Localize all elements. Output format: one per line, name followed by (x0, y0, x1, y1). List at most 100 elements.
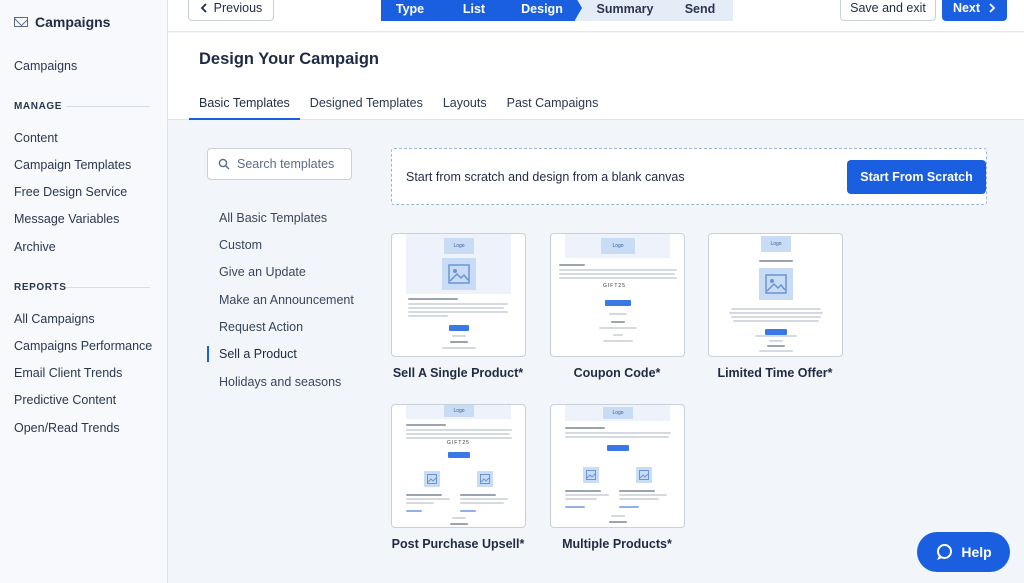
thumb-text (408, 307, 504, 309)
thumb-text (565, 436, 669, 438)
sidebar-item-open-read-trends[interactable]: Open/Read Trends (14, 421, 120, 435)
chevron-left-icon (200, 2, 207, 13)
thumb-text (559, 273, 675, 275)
thumb-link (565, 506, 585, 508)
search-input[interactable] (237, 157, 347, 171)
save-and-exit-button[interactable]: Save and exit (840, 0, 936, 21)
thumb-link (619, 506, 639, 508)
top-bar: Previous Type List Design Summary Send S… (168, 0, 1024, 32)
thumb-text (406, 502, 434, 504)
category-all-basic-templates[interactable]: All Basic Templates (219, 211, 327, 225)
template-card-sell-single-product[interactable]: Logo (391, 233, 526, 357)
help-button[interactable]: Help (917, 532, 1010, 572)
category-make-an-announcement[interactable]: Make an Announcement (219, 293, 354, 307)
sidebar-item-predictive-content[interactable]: Predictive Content (14, 393, 116, 407)
sidebar-brand[interactable]: Campaigns (14, 14, 110, 30)
thumb-text (442, 347, 476, 349)
previous-button[interactable]: Previous (188, 0, 274, 21)
category-give-an-update[interactable]: Give an Update (219, 265, 306, 279)
tab-past-campaigns[interactable]: Past Campaigns (497, 96, 609, 119)
sidebar-item-email-client-trends[interactable]: Email Client Trends (14, 366, 122, 380)
thumb-text (619, 498, 659, 500)
step-arrow (439, 0, 446, 20)
search-box (207, 148, 352, 180)
template-name: Limited Time Offer* (717, 366, 833, 380)
thumb-text (406, 429, 512, 431)
sidebar-item-archive[interactable]: Archive (14, 240, 56, 254)
thumb-logo: Logo (444, 405, 474, 417)
chevron-right-icon (989, 2, 996, 13)
tab-basic-templates[interactable]: Basic Templates (189, 96, 300, 120)
thumb-link (460, 510, 476, 512)
image-placeholder-icon (759, 268, 793, 300)
thumb-text (406, 433, 510, 435)
thumb-button (449, 325, 469, 331)
next-button[interactable]: Next (942, 0, 1007, 21)
previous-label: Previous (213, 0, 263, 15)
sidebar-item-message-variables[interactable]: Message Variables (14, 212, 119, 226)
page-header: Design Your Campaign Basic Templates Des… (168, 33, 1024, 120)
step-send[interactable]: Send (667, 0, 733, 21)
thumb-link (406, 510, 422, 512)
thumb-text (603, 340, 633, 342)
sidebar-heading-reports: REPORTS (14, 282, 67, 293)
thumb-text (559, 264, 585, 266)
thumb-text (559, 277, 677, 279)
selected-category-indicator (207, 346, 209, 362)
thumb-text (733, 320, 819, 322)
sidebar-item-free-design-service[interactable]: Free Design Service (14, 185, 127, 199)
tab-layouts[interactable]: Layouts (433, 96, 497, 119)
template-name: Coupon Code* (573, 366, 661, 380)
sidebar-item-all-campaigns[interactable]: All Campaigns (14, 312, 95, 326)
thumb-button (448, 452, 470, 458)
sidebar-title: Campaigns (35, 14, 111, 30)
page-title: Design Your Campaign (199, 50, 380, 68)
thumb-text (565, 427, 605, 429)
sidebar: Campaigns Campaigns MANAGE Content Campa… (0, 0, 168, 583)
category-custom[interactable]: Custom (219, 238, 262, 252)
progress-steps: Type List Design Summary Send (381, 0, 733, 21)
image-placeholder-icon (583, 467, 599, 483)
template-name: Sell A Single Product* (392, 366, 524, 380)
template-card-multiple-products[interactable]: Logo (550, 404, 685, 528)
step-type[interactable]: Type (381, 0, 446, 21)
thumb-logo: Logo (601, 238, 635, 254)
search-icon (218, 158, 230, 170)
thumb-text (460, 502, 504, 504)
thumb-text (452, 335, 466, 337)
template-card-limited-time-offer[interactable]: Logo (708, 233, 843, 357)
thumb-text (619, 490, 655, 492)
thumb-text (759, 260, 793, 262)
thumb-text (460, 494, 496, 496)
thumb-text (731, 316, 821, 318)
image-placeholder-icon (442, 258, 476, 290)
template-card-post-purchase-upsell[interactable]: Logo GIFT25 (391, 404, 526, 528)
start-from-scratch-button[interactable]: Start From Scratch (847, 160, 986, 194)
template-card-coupon-code[interactable]: Logo GIFT25 (550, 233, 685, 357)
thumb-text (767, 345, 785, 347)
thumb-text (611, 321, 625, 323)
sidebar-item-campaigns-performance[interactable]: Campaigns Performance (14, 339, 152, 353)
template-name: Multiple Products* (562, 537, 672, 551)
thumb-text (565, 494, 609, 496)
step-label: Design (521, 1, 563, 16)
tab-designed-templates[interactable]: Designed Templates (300, 96, 433, 119)
sidebar-item-campaigns[interactable]: Campaigns (14, 59, 77, 73)
category-holidays-and-seasons[interactable]: Holidays and seasons (219, 375, 341, 389)
step-list[interactable]: List (439, 0, 510, 21)
thumb-logo: Logo (444, 238, 474, 254)
thumb-text (408, 298, 458, 300)
sidebar-divider (66, 106, 150, 107)
next-label: Next (952, 0, 981, 15)
start-from-scratch-banner: Start from scratch and design from a bla… (391, 148, 987, 205)
thumb-text (565, 490, 601, 492)
chat-bubble-icon (937, 544, 953, 560)
sidebar-item-content[interactable]: Content (14, 131, 58, 145)
category-sell-a-product[interactable]: Sell a Product (219, 347, 297, 361)
sidebar-item-campaign-templates[interactable]: Campaign Templates (14, 158, 131, 172)
thumb-text (755, 335, 797, 337)
step-summary[interactable]: Summary (575, 0, 667, 21)
category-request-action[interactable]: Request Action (219, 320, 303, 334)
thumb-text (619, 494, 667, 496)
step-design[interactable]: Design (503, 0, 582, 21)
